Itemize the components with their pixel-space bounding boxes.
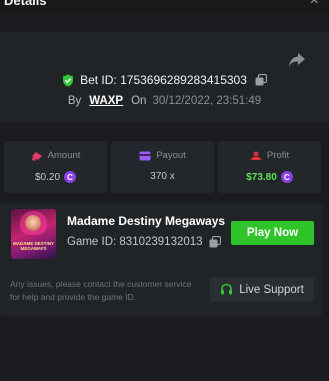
game-thumbnail[interactable]: MADAME DESTINY MEGAWAYS: [11, 209, 56, 259]
play-now-button[interactable]: Play Now: [231, 221, 314, 245]
profit-icon: [250, 151, 262, 160]
modal-title: Details: [4, 0, 47, 8]
profit-label: Profit: [266, 150, 290, 161]
by-label: By: [67, 95, 82, 107]
payout-card: Payout 370 x: [111, 141, 214, 193]
bet-timestamp: 30/12/2022, 23:51:49: [152, 95, 262, 107]
username-link[interactable]: WAXP: [89, 95, 123, 107]
bet-id-row: Bet ID: 1753696289283415303: [0, 73, 329, 87]
game-id: Game ID: 8310239132013: [67, 236, 203, 248]
support-notice: Any issues, please contact the customer …: [10, 279, 192, 302]
game-name: Madame Destiny Megaways: [67, 214, 226, 228]
live-support-button[interactable]: Live Support: [210, 277, 314, 302]
amount-label: Amount: [47, 150, 81, 161]
profit-card: Profit $73.80 C: [218, 141, 321, 193]
share-icon[interactable]: [288, 52, 306, 68]
game-thumbnail-logo: MADAME DESTINY MEGAWAYS: [12, 241, 54, 251]
coin-icon: C: [64, 171, 77, 183]
copy-icon[interactable]: [255, 74, 267, 86]
payout-icon: [139, 151, 151, 160]
bet-id: Bet ID: 1753696289283415303: [80, 73, 247, 87]
bet-author-row: By WAXP On 30/12/2022, 23:51:49: [0, 95, 329, 107]
payout-value: 370 x: [150, 171, 175, 182]
close-icon[interactable]: ×: [310, 0, 319, 10]
profit-value: $73.80: [246, 171, 277, 183]
headset-icon: [221, 283, 233, 295]
copy-icon[interactable]: [209, 236, 221, 248]
game-id-row: Game ID: 8310239132013: [67, 236, 221, 248]
coin-icon: C: [280, 171, 293, 183]
amount-card: Amount $0.20 C: [4, 141, 107, 193]
live-support-label: Live Support: [239, 283, 304, 296]
bet-stats: Amount $0.20 C Payout 370 x Profit $73.8…: [0, 141, 329, 193]
amount-icon: [31, 151, 42, 161]
modal-header: [0, 0, 329, 14]
payout-label: Payout: [156, 150, 186, 161]
amount-value: $0.20: [34, 171, 61, 183]
on-label: On: [131, 95, 147, 107]
verified-shield-icon: [63, 74, 74, 86]
